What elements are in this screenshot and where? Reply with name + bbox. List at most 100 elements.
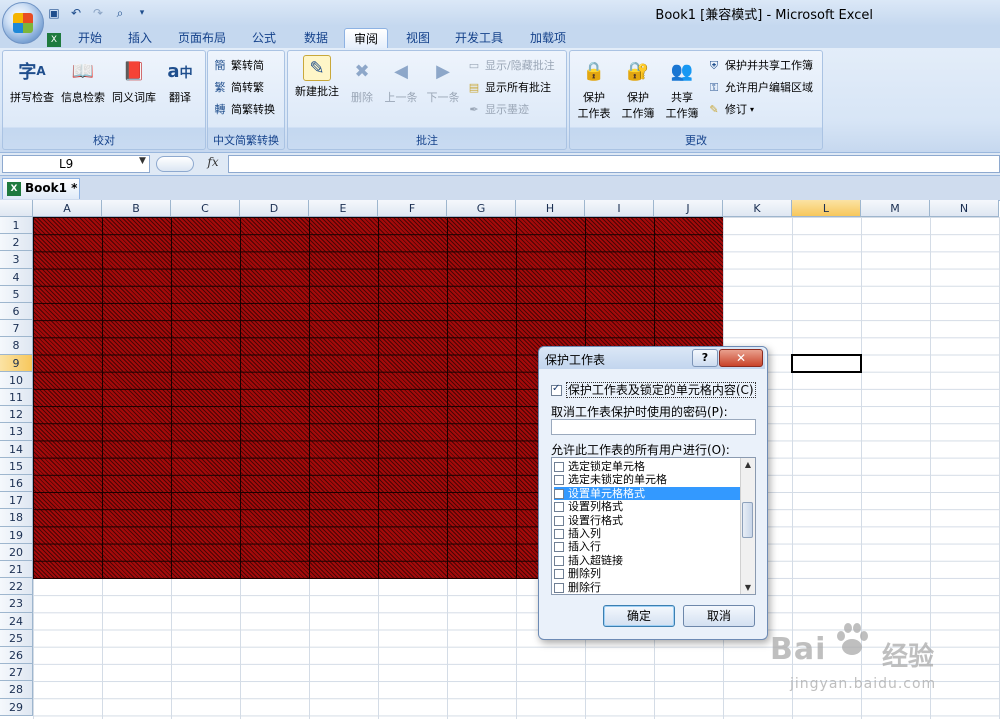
row-header-6[interactable]: 6	[0, 303, 33, 321]
row-header-7[interactable]: 7	[0, 320, 33, 338]
column-header-g[interactable]: G	[447, 200, 516, 217]
row-header-13[interactable]: 13	[0, 423, 33, 441]
row-header-9[interactable]: 9	[0, 354, 33, 372]
password-input[interactable]	[551, 419, 756, 435]
row-header-12[interactable]: 12	[0, 406, 33, 424]
tab-review[interactable]: 审阅	[344, 28, 388, 49]
cancel-button[interactable]: 取消	[683, 605, 755, 627]
row-header-25[interactable]: 25	[0, 629, 33, 647]
new-comment-button[interactable]: ✎ 新建批注	[290, 55, 344, 99]
protect-sheet-button[interactable]: 🔒 保护 工作表	[572, 55, 616, 121]
column-header-a[interactable]: A	[33, 200, 102, 217]
next-comment-button[interactable]: ▶ 下一条	[422, 55, 464, 105]
row-header-17[interactable]: 17	[0, 492, 33, 510]
permissions-list[interactable]: 选定锁定单元格 选定未锁定的单元格 设置单元格格式 设置列格式 设置行格式 插入列 插入行插…	[551, 457, 756, 595]
permission-item[interactable]: 插入行	[554, 540, 740, 553]
column-header-l[interactable]: L	[792, 200, 861, 217]
permission-item[interactable]: 设置行格式	[554, 514, 740, 527]
permission-checkbox[interactable]	[554, 475, 564, 486]
row-header-11[interactable]: 11	[0, 389, 33, 407]
column-header-m[interactable]: M	[861, 200, 930, 217]
share-workbook-button[interactable]: 👥 共享 工作簿	[660, 55, 704, 121]
track-changes-button[interactable]: ✎ 修订 ▾	[706, 101, 754, 119]
scroll-thumb[interactable]	[742, 502, 753, 538]
permissions-scrollbar[interactable]: ▲ ▼	[740, 458, 755, 594]
row-header-19[interactable]: 19	[0, 526, 33, 544]
row-header-21[interactable]: 21	[0, 561, 33, 579]
previous-comment-button[interactable]: ◀ 上一条	[380, 55, 422, 105]
row-header-10[interactable]: 10	[0, 371, 33, 389]
permission-checkbox[interactable]	[554, 488, 564, 499]
column-header-d[interactable]: D	[240, 200, 309, 217]
column-header-f[interactable]: F	[378, 200, 447, 217]
tab-developer[interactable]: 开发工具	[446, 28, 512, 48]
protect-share-workbook-button[interactable]: ⛨ 保护并共享工作簿	[706, 57, 813, 75]
row-header-24[interactable]: 24	[0, 612, 33, 630]
permission-item[interactable]: 插入列	[554, 527, 740, 540]
permission-item[interactable]: 选定锁定单元格	[554, 460, 740, 473]
ok-button[interactable]: 确定	[603, 605, 675, 627]
delete-comment-button[interactable]: ✖ 删除	[344, 55, 380, 105]
column-header-h[interactable]: H	[516, 200, 585, 217]
column-header-c[interactable]: C	[171, 200, 240, 217]
permission-checkbox[interactable]	[554, 569, 564, 580]
protect-contents-checkbox[interactable]	[551, 383, 562, 396]
formula-bar-toggle[interactable]	[156, 156, 194, 172]
formula-input[interactable]	[228, 155, 1000, 173]
scroll-down-icon[interactable]: ▼	[741, 581, 755, 594]
permission-item[interactable]: 选定未锁定的单元格	[554, 473, 740, 486]
row-header-1[interactable]: 1	[0, 217, 33, 235]
workbook-tab[interactable]: X Book1 *	[2, 178, 80, 199]
permission-item[interactable]: 删除行	[554, 581, 740, 594]
selected-cell[interactable]	[791, 353, 862, 373]
tab-add-ins[interactable]: 加载项	[520, 28, 576, 48]
row-header-3[interactable]: 3	[0, 251, 33, 269]
allow-edit-ranges-button[interactable]: ⚿ 允许用户编辑区域	[706, 79, 813, 97]
tab-formulas[interactable]: 公式	[242, 28, 286, 48]
column-header-j[interactable]: J	[654, 200, 723, 217]
spell-check-button[interactable]: 字A 拼写检查	[7, 55, 57, 105]
row-header-2[interactable]: 2	[0, 234, 33, 252]
insert-function-icon[interactable]: fx	[200, 155, 226, 171]
row-header-18[interactable]: 18	[0, 509, 33, 527]
close-button[interactable]: ✕	[719, 349, 763, 367]
to-simplified-button[interactable]: 簡繁转简	[212, 57, 265, 75]
tab-view[interactable]: 视图	[396, 28, 440, 48]
research-button[interactable]: 📖 信息检索	[57, 55, 109, 105]
row-header-23[interactable]: 23	[0, 595, 33, 613]
tab-insert[interactable]: 插入	[118, 28, 162, 48]
row-header-15[interactable]: 15	[0, 457, 33, 475]
scroll-up-icon[interactable]: ▲	[741, 458, 755, 471]
permission-checkbox[interactable]	[554, 529, 564, 539]
show-all-comments-button[interactable]: ▤ 显示所有批注	[466, 79, 551, 97]
row-header-22[interactable]: 22	[0, 578, 33, 596]
permission-checkbox[interactable]	[554, 502, 564, 513]
row-header-28[interactable]: 28	[0, 681, 33, 699]
show-ink-button[interactable]: ✒ 显示墨迹	[466, 101, 529, 119]
protect-contents-option[interactable]: 保护工作表及锁定的单元格内容(C)	[551, 381, 756, 398]
office-button[interactable]	[2, 2, 44, 44]
row-header-26[interactable]: 26	[0, 647, 33, 665]
column-header-b[interactable]: B	[102, 200, 171, 217]
column-header-i[interactable]: I	[585, 200, 654, 217]
permission-item[interactable]: 设置列格式	[554, 500, 740, 513]
column-header-e[interactable]: E	[309, 200, 378, 217]
row-header-16[interactable]: 16	[0, 475, 33, 493]
thesaurus-button[interactable]: 📕 同义词库	[109, 55, 159, 105]
row-header-29[interactable]: 29	[0, 698, 33, 716]
tab-excel-icon[interactable]: X	[44, 28, 64, 48]
column-header-n[interactable]: N	[930, 200, 999, 217]
permission-item[interactable]: 删除列	[554, 567, 740, 580]
column-header-k[interactable]: K	[723, 200, 792, 217]
tab-page-layout[interactable]: 页面布局	[172, 28, 232, 48]
convert-button[interactable]: 轉简繁转换	[212, 101, 276, 119]
show-hide-comment-button[interactable]: ▭ 显示/隐藏批注	[466, 57, 555, 75]
tab-home[interactable]: 开始	[68, 28, 112, 48]
row-header-27[interactable]: 27	[0, 664, 33, 682]
row-header-8[interactable]: 8	[0, 337, 33, 355]
tab-data[interactable]: 数据	[294, 28, 338, 48]
permission-checkbox[interactable]	[554, 542, 564, 553]
permission-item[interactable]: 设置单元格格式	[554, 486, 740, 501]
row-header-20[interactable]: 20	[0, 543, 33, 561]
translate-button[interactable]: a中 翻译	[159, 55, 201, 105]
